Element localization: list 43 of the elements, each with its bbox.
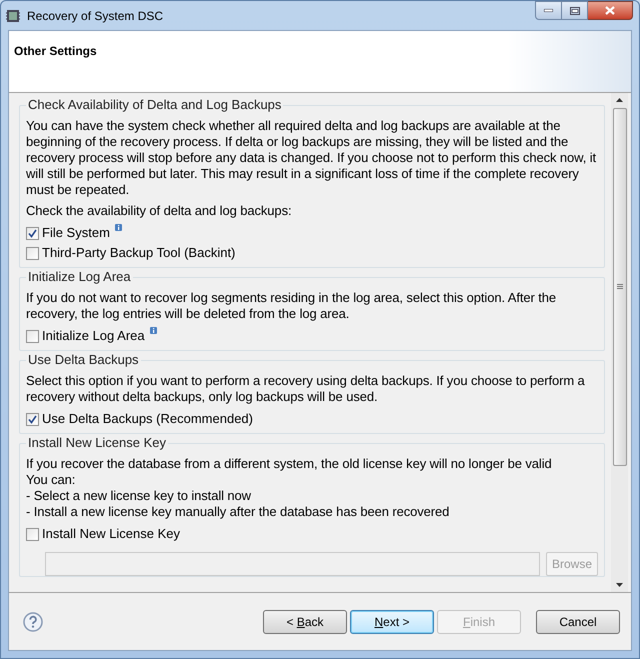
description-text: If you recover the database from a different system, the old license key will no longer be valid (26, 456, 553, 472)
checkbox-label[interactable]: Install New License Key (42, 524, 180, 544)
wizard-button[interactable]: Next > (350, 610, 434, 634)
checkbox-label[interactable]: File System (42, 223, 110, 243)
file-path-field[interactable] (45, 552, 540, 576)
scrollbar[interactable] (611, 93, 628, 592)
checkbox[interactable] (26, 528, 39, 540)
maximize-button[interactable] (562, 1, 588, 20)
description-text: You can: (26, 472, 76, 488)
scrollbar-thumb[interactable] (612, 108, 626, 466)
info-icon[interactable] (114, 224, 122, 231)
maximize-icon (570, 6, 580, 14)
checkbox-label[interactable]: Initialize Log Area (42, 326, 145, 346)
description-text: Check the availability of delta and log backups: (26, 203, 292, 219)
wizard-button[interactable]: Cancel (536, 610, 620, 634)
description-text: You can have the system check whether all required delta and log backups are available at the beginning of the recovery process. If delta or log backups are missing, they will be listed and the recovery process will stop before any data is changed. If you choose not to perform this check now, it will still be performed but later. This may result in a significant loss of time if the complete recovery must be repeated. (26, 118, 598, 198)
checkbox[interactable] (26, 226, 39, 240)
minimize-button[interactable] (535, 1, 562, 20)
checkbox-label[interactable]: Use Delta Backups (Recommended) (42, 409, 253, 429)
app-icon (5, 8, 21, 24)
info-icon[interactable] (150, 327, 157, 334)
checkbox[interactable] (26, 412, 39, 426)
wizard-button[interactable]: < Back (263, 610, 347, 634)
scroll-down-icon[interactable] (616, 583, 623, 587)
description-text: If you do not want to recover log segments residing in the log area, select this option. After the recovery, the log entries will be deleted from the log area. (26, 290, 558, 322)
description-text: Select this option if you want to perform a recovery using delta backups. If you choose to perform a recovery without delta backups, only log backups will be used. (26, 373, 586, 405)
description-text: - Select a new license key to install now (26, 488, 252, 504)
checkbox[interactable] (26, 330, 39, 342)
close-icon (605, 6, 615, 15)
group-title: Use Delta Backups (26, 352, 141, 368)
scroll-up-icon[interactable] (616, 98, 623, 102)
description-text: - Install a new license key manually after the database has been recovered (26, 504, 450, 520)
close-button[interactable] (588, 1, 633, 20)
checkbox-label[interactable]: Third-Party Backup Tool (Backint) (42, 243, 236, 263)
group-title: Initialize Log Area (26, 269, 133, 285)
minimize-icon (544, 9, 553, 12)
window-title: Recovery of System DSC (27, 8, 164, 24)
page-title: Other Settings (14, 44, 97, 58)
checkbox[interactable] (26, 246, 39, 260)
group-title: Check Availability of Delta and Log Backups (26, 97, 284, 113)
help-icon[interactable] (23, 612, 43, 632)
group-title: Install New License Key (26, 435, 168, 451)
grip-icon (616, 284, 622, 290)
